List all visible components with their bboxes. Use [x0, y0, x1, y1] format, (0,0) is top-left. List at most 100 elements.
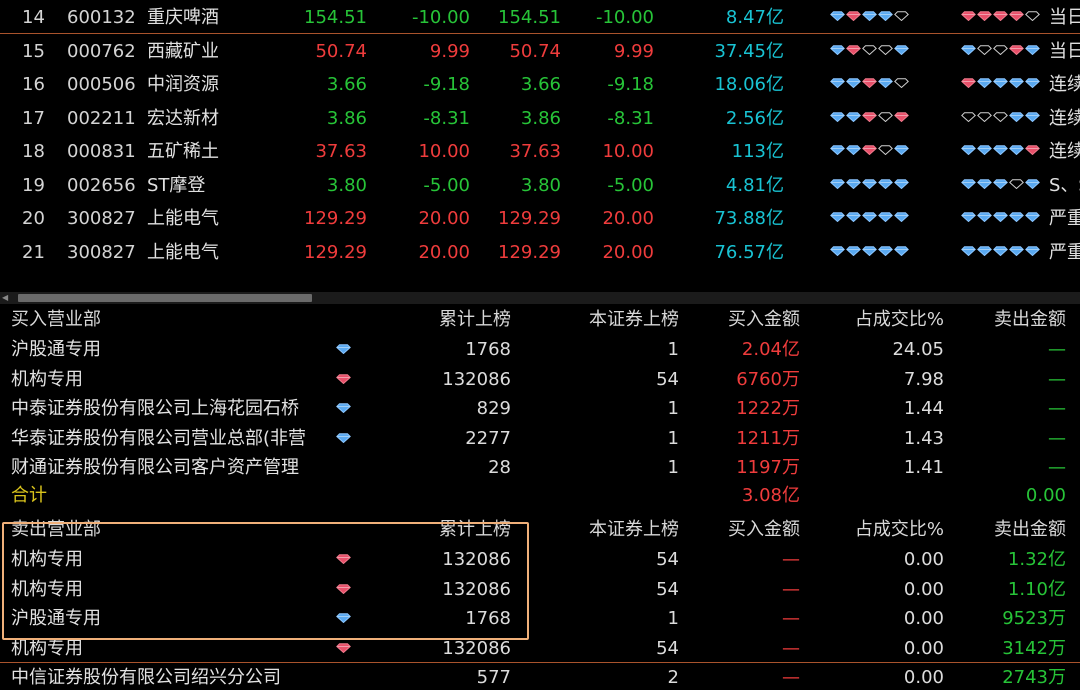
stock-value-1: 37.63 — [315, 141, 367, 162]
stock-value-2: 10.00 — [418, 141, 470, 162]
diamond-group — [830, 0, 909, 34]
buy-header-ratio[interactable]: 占成交比% — [855, 305, 944, 335]
this-stock-count: 1 — [667, 398, 679, 419]
turnover-ratio: 7.98 — [903, 368, 944, 390]
sell-dept-row[interactable]: 机构专用 132086 54 — 0.00 3142万 — [0, 634, 1080, 663]
sell-amount: 3142万 — [1002, 637, 1066, 659]
sell-dept-row[interactable]: 机构专用 132086 54 — 0.00 1.10亿 — [0, 575, 1080, 604]
diamond-icon — [961, 32, 976, 68]
sell-header-buy[interactable]: 买入金额 — [728, 515, 800, 545]
diamond-group — [830, 166, 909, 202]
buy-dept-row[interactable]: 财通证券股份有限公司客户资产管理 28 1 1197万 1.41 — — [0, 453, 1080, 482]
diamond-group — [961, 233, 1040, 269]
stock-name: 西藏矿业 — [147, 40, 219, 62]
buy-header-this[interactable]: 本证券上榜 — [589, 305, 679, 335]
stock-note: 严重 — [1049, 208, 1080, 229]
diamond-group — [961, 32, 1040, 68]
turnover-ratio: 0.00 — [903, 667, 944, 688]
diamond-rating-1 — [830, 235, 909, 271]
stock-value-2: -10.00 — [411, 7, 470, 28]
stock-value-1: 129.29 — [304, 208, 367, 229]
diamond-icon — [993, 0, 1008, 34]
diamond-icon — [894, 132, 909, 168]
buy-dept-row[interactable]: 中泰证券股份有限公司上海花园石桥 829 1 1222万 1.44 — — [0, 394, 1080, 423]
diamond-icon — [961, 199, 976, 235]
diamond-icon — [846, 0, 861, 34]
turnover-amount: 8.47亿 — [725, 7, 784, 28]
diamond-icon — [961, 99, 976, 135]
sell-header-sell[interactable]: 卖出金额 — [994, 515, 1066, 545]
diamond-icon — [1009, 166, 1024, 202]
stock-row[interactable]: 17 002211 宏达新材 3.86 -8.31 3.86 -8.31 2.56亿 连续 — [0, 101, 1080, 134]
cumulative-count: 2277 — [465, 427, 511, 449]
cumulative-count: 132086 — [442, 368, 511, 390]
diamond-icon — [862, 65, 877, 101]
diamond-icon — [846, 32, 861, 68]
this-stock-count: 54 — [656, 637, 679, 659]
sell-header-cum[interactable]: 累计上榜 — [439, 515, 511, 545]
diamond-icon — [830, 132, 845, 168]
cumulative-count: 829 — [476, 398, 511, 419]
buy-amount: 1197万 — [736, 457, 800, 478]
buy-header-buy[interactable]: 买入金额 — [728, 305, 800, 335]
stock-name: 上能电气 — [147, 208, 219, 229]
scroll-left-icon[interactable]: ◀ — [2, 293, 12, 303]
diamond-icon — [862, 166, 877, 202]
sell-amount: — — [1048, 368, 1066, 390]
this-stock-count: 54 — [656, 578, 679, 600]
stock-value-1: 50.74 — [315, 40, 367, 62]
diamond-icon — [336, 373, 351, 384]
cumulative-count: 28 — [488, 457, 511, 478]
diamond-icon — [830, 99, 845, 135]
this-stock-count: 1 — [667, 427, 679, 449]
diamond-icon — [830, 65, 845, 101]
diamond-icon — [1009, 233, 1024, 269]
buy-dept-row[interactable]: 华泰证券股份有限公司营业总部(非营 2277 1 1211万 1.43 — — [0, 424, 1080, 453]
row-index: 17 — [22, 107, 45, 129]
diamond-icon — [977, 65, 992, 101]
stock-value-3: 3.80 — [520, 174, 561, 196]
stock-code: 600132 — [67, 7, 136, 28]
horizontal-scrollbar[interactable]: ◀ — [0, 292, 1080, 304]
stock-row[interactable]: 16 000506 中润资源 3.66 -9.18 3.66 -9.18 18.06亿 连续 — [0, 67, 1080, 100]
this-stock-count: 54 — [656, 549, 679, 570]
turnover-amount: 2.56亿 — [725, 107, 784, 129]
stock-value-1: 3.66 — [326, 74, 367, 95]
buy-header-cum[interactable]: 累计上榜 — [439, 305, 511, 335]
diamond-icon — [878, 233, 893, 269]
buy-header-sell[interactable]: 卖出金额 — [994, 305, 1066, 335]
diamond-icon — [1025, 0, 1040, 34]
scroll-thumb[interactable] — [18, 294, 312, 302]
stock-row[interactable]: 21 300827 上能电气 129.29 20.00 129.29 20.00 76.57亿… — [0, 235, 1080, 268]
stock-row[interactable]: 20 300827 上能电气 129.29 20.00 129.29 20.00 73.88亿… — [0, 201, 1080, 234]
this-stock-count: 1 — [667, 457, 679, 478]
turnover-ratio: 0.00 — [903, 549, 944, 570]
buy-amount: 2.04亿 — [741, 339, 800, 360]
sell-dept-row[interactable]: 机构专用 132086 54 — 0.00 1.32亿 — [0, 545, 1080, 574]
stock-value-2: 20.00 — [418, 208, 470, 229]
stock-row[interactable]: 19 002656 ST摩登 3.80 -5.00 3.80 -5.00 4.81亿 S、S — [0, 168, 1080, 201]
stock-row[interactable]: 18 000831 五矿稀土 37.63 10.00 37.63 10.00 113亿 连续 — [0, 134, 1080, 167]
stock-row[interactable]: 15 000762 西藏矿业 50.74 9.99 50.74 9.99 37.45亿 当日 — [0, 34, 1080, 67]
buy-dept-row[interactable]: 机构专用 132086 54 6760万 7.98 — — [0, 365, 1080, 394]
sell-header-ratio[interactable]: 占成交比% — [855, 515, 944, 545]
sell-amount: 9523万 — [1002, 608, 1066, 629]
stock-value-4: -8.31 — [607, 107, 654, 129]
diamond-icon — [336, 613, 351, 623]
buy-total-row: 合计 3.08亿 0.00 — [0, 481, 1080, 510]
divider-line — [0, 662, 1080, 663]
diamond-icon — [1009, 0, 1024, 34]
buy-table-header: 买入营业部 累计上榜 本证券上榜 买入金额 占成交比% 卖出金额 — [0, 305, 1080, 335]
sell-dept-row[interactable]: 沪股通专用 1768 1 — 0.00 9523万 — [0, 604, 1080, 633]
diamond-icon — [336, 344, 351, 354]
diamond-group — [961, 99, 1040, 135]
sell-header-this[interactable]: 本证券上榜 — [589, 515, 679, 545]
diamond-icon — [846, 132, 861, 168]
diamond-icon — [878, 65, 893, 101]
buy-dept-row[interactable]: 沪股通专用 1768 1 2.04亿 24.05 — — [0, 335, 1080, 364]
stock-row[interactable]: 14 600132 重庆啤酒 154.51 -10.00 154.51 -10.00 8.47… — [0, 0, 1080, 34]
stock-name: 宏达新材 — [147, 107, 219, 129]
diamond-icon — [846, 199, 861, 235]
sell-dept-row[interactable]: 中信证券股份有限公司绍兴分公司 577 2 — 0.00 2743万 — [0, 663, 1080, 690]
stock-value-2: 9.99 — [429, 40, 470, 62]
